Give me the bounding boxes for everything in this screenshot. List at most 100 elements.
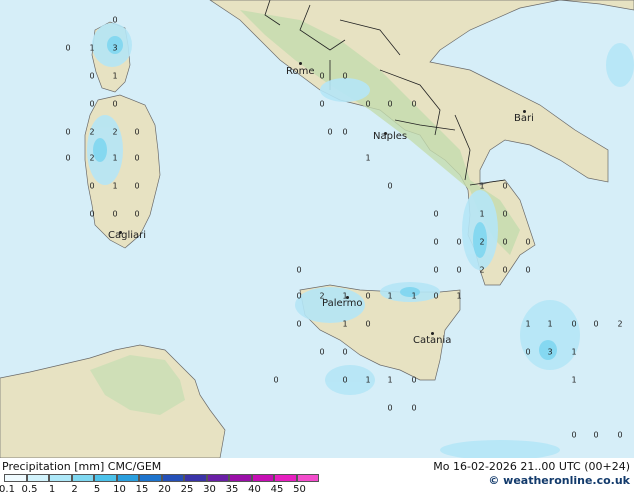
precip-value: 0 bbox=[411, 403, 417, 413]
precip-value: 0 bbox=[593, 319, 599, 329]
precip-value: 0 bbox=[502, 209, 508, 219]
city-label-cagliari[interactable]: Cagliari bbox=[108, 230, 146, 241]
valid-time: Mo 16-02-2026 21..00 UTC (00+24) bbox=[433, 460, 630, 473]
precip-value: 0 bbox=[134, 209, 140, 219]
precip-value: 1 bbox=[571, 347, 577, 357]
scale-swatch bbox=[139, 474, 162, 482]
precip-value: 0 bbox=[593, 430, 599, 440]
precip-value: 1 bbox=[112, 181, 118, 191]
precip-value: 0 bbox=[617, 430, 623, 440]
precip-value: 2 bbox=[479, 237, 485, 247]
precip-value: 0 bbox=[387, 99, 393, 109]
precip-value: 0 bbox=[342, 347, 348, 357]
precip-value: 0 bbox=[342, 71, 348, 81]
precip-value: 1 bbox=[547, 319, 553, 329]
precip-value: 0 bbox=[89, 99, 95, 109]
precip-value: 1 bbox=[112, 153, 118, 163]
precip-value: 0 bbox=[433, 237, 439, 247]
precip-value: 1 bbox=[342, 319, 348, 329]
precip-value: 0 bbox=[387, 403, 393, 413]
scale-swatch bbox=[49, 474, 72, 482]
precip-value: 1 bbox=[387, 375, 393, 385]
city-label-catania[interactable]: Catania bbox=[413, 335, 451, 346]
precip-value: 0 bbox=[319, 347, 325, 357]
precip-value: 2 bbox=[89, 153, 95, 163]
precip-value: 0 bbox=[525, 347, 531, 357]
precip-value: 2 bbox=[89, 127, 95, 137]
precip-value: 0 bbox=[456, 237, 462, 247]
precip-value: 1 bbox=[112, 71, 118, 81]
city-dot-rome bbox=[299, 62, 302, 65]
precip-value: 0 bbox=[134, 153, 140, 163]
precip-value: 0 bbox=[433, 291, 439, 301]
city-label-naples[interactable]: Naples bbox=[373, 131, 407, 142]
scale-swatch bbox=[161, 474, 184, 482]
precip-value: 1 bbox=[479, 181, 485, 191]
precip-value: 3 bbox=[547, 347, 553, 357]
credit-link[interactable]: © weatheronline.co.uk bbox=[488, 474, 630, 487]
precip-value: 0 bbox=[296, 319, 302, 329]
legend-model: CMC/GEM bbox=[107, 460, 162, 473]
precip-value: 2 bbox=[112, 127, 118, 137]
precip-value: 0 bbox=[65, 43, 71, 53]
precip-value: 0 bbox=[365, 291, 371, 301]
precip-value: 0 bbox=[433, 265, 439, 275]
precip-value: 2 bbox=[617, 319, 623, 329]
precip-value: 1 bbox=[387, 291, 393, 301]
scale-swatch bbox=[26, 474, 49, 482]
precip-value: 0 bbox=[65, 127, 71, 137]
precip-value: 0 bbox=[89, 209, 95, 219]
precip-value: 0 bbox=[411, 375, 417, 385]
precip-value: 0 bbox=[342, 375, 348, 385]
precip-value: 1 bbox=[571, 375, 577, 385]
precip-value: 0 bbox=[273, 375, 279, 385]
scale-swatch bbox=[251, 474, 274, 482]
scale-swatch bbox=[4, 474, 27, 482]
precip-value: 0 bbox=[525, 265, 531, 275]
precip-value: 0 bbox=[327, 127, 333, 137]
precip-value: 0 bbox=[89, 181, 95, 191]
precip-value: 1 bbox=[365, 153, 371, 163]
precip-value: 0 bbox=[365, 319, 371, 329]
precip-value: 0 bbox=[319, 71, 325, 81]
scale-swatch bbox=[71, 474, 94, 482]
legend-title-row: Precipitation [mm] CMC/GEM bbox=[2, 460, 161, 473]
precip-value: 1 bbox=[365, 375, 371, 385]
city-label-rome[interactable]: Rome bbox=[286, 66, 315, 77]
precip-value: 1 bbox=[342, 291, 348, 301]
precip-value: 1 bbox=[411, 291, 417, 301]
scale-swatch bbox=[274, 474, 297, 482]
precip-value: 0 bbox=[112, 15, 118, 25]
precip-value: 0 bbox=[571, 319, 577, 329]
precip-value: 1 bbox=[479, 209, 485, 219]
precip-value: 0 bbox=[296, 291, 302, 301]
precip-value: 0 bbox=[525, 237, 531, 247]
precip-value: 0 bbox=[112, 99, 118, 109]
precip-value: 1 bbox=[89, 43, 95, 53]
scale-swatch bbox=[184, 474, 207, 482]
scale-swatch bbox=[116, 474, 139, 482]
precip-value: 0 bbox=[65, 153, 71, 163]
precip-value: 0 bbox=[502, 237, 508, 247]
scale-swatch bbox=[206, 474, 229, 482]
precip-value: 1 bbox=[456, 291, 462, 301]
precip-value: 0 bbox=[502, 181, 508, 191]
precip-value: 0 bbox=[365, 99, 371, 109]
map-canvas bbox=[0, 0, 634, 458]
precip-value: 0 bbox=[342, 127, 348, 137]
precip-value: 0 bbox=[134, 127, 140, 137]
precipitation-map[interactable]: Rome Naples Bari Cagliari Palermo Catani… bbox=[0, 0, 634, 458]
precip-value: 2 bbox=[479, 265, 485, 275]
legend-bar: Precipitation [mm] CMC/GEM Mo 16-02-2026… bbox=[0, 458, 634, 495]
precip-value: 0 bbox=[571, 430, 577, 440]
precip-value: 0 bbox=[296, 265, 302, 275]
precip-value: 1 bbox=[525, 319, 531, 329]
precip-value: 0 bbox=[387, 181, 393, 191]
precip-value: 2 bbox=[319, 291, 325, 301]
precip-value: 0 bbox=[456, 265, 462, 275]
city-label-bari[interactable]: Bari bbox=[514, 113, 534, 124]
precip-value: 0 bbox=[411, 99, 417, 109]
precip-value: 0 bbox=[502, 265, 508, 275]
precip-value: 0 bbox=[89, 71, 95, 81]
scale-swatch bbox=[296, 474, 319, 482]
